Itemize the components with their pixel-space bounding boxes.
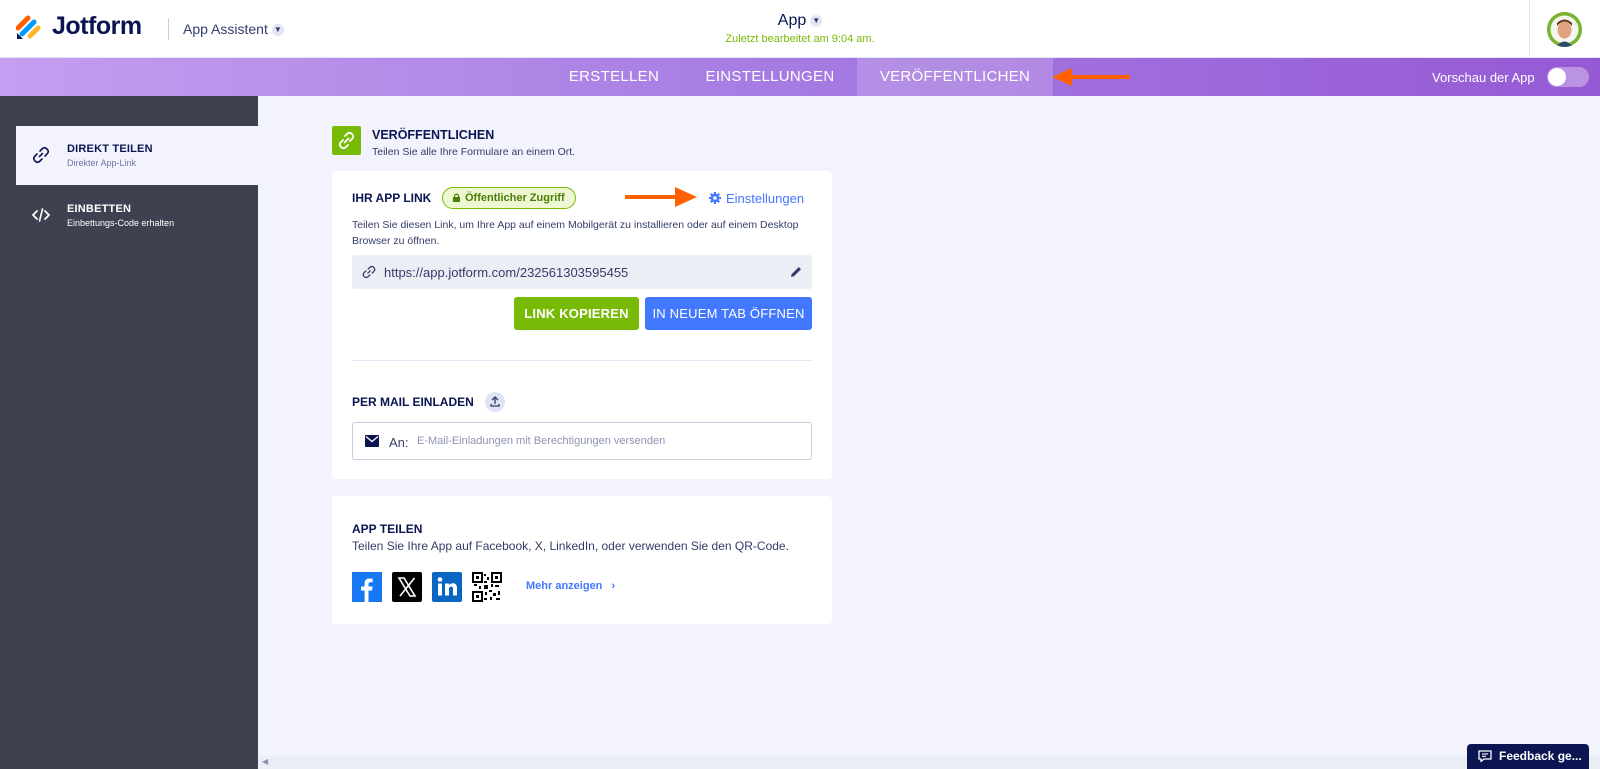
mail-invite-heading: PER MAIL EINLADEN — [352, 395, 474, 409]
upload-icon[interactable] — [485, 392, 505, 412]
chevron-right-icon: › — [611, 580, 616, 592]
gear-icon — [709, 192, 721, 204]
sidebar-item-title: DIREKT TEILEN — [67, 143, 153, 155]
pencil-edit-icon[interactable] — [789, 265, 803, 279]
chevron-down-icon: ▼ — [810, 14, 823, 27]
section-divider — [352, 360, 812, 361]
publish-badge — [332, 126, 361, 155]
upload-arrow-icon — [490, 396, 500, 407]
tab-einstellungen[interactable]: EINSTELLUNGEN — [694, 58, 846, 96]
annotation-arrow-left-icon — [1052, 68, 1130, 86]
main-nav: ERSTELLEN EINSTELLUNGEN VERÖFFENTLICHEN … — [0, 58, 1600, 96]
copy-link-button[interactable]: LINK KOPIEREN — [514, 297, 639, 330]
show-more-link[interactable]: Mehr anzeigen › — [526, 580, 615, 592]
app-link-heading: IHR APP LINK — [352, 191, 432, 205]
envelope-icon — [365, 435, 379, 447]
code-icon — [32, 208, 50, 222]
user-avatar-icon — [1547, 12, 1582, 47]
avatar-container — [1529, 0, 1600, 58]
sidebar-item-subtitle: Einbettungs-Code erhalten — [67, 218, 175, 228]
x-twitter-icon[interactable] — [392, 572, 422, 602]
last-edited-status: Zuletzt bearbeitet am 9:04 am. — [725, 33, 875, 45]
access-badge-label: Öffentlicher Zugriff — [465, 192, 565, 204]
top-bar: Jotform App Assistent ▼ App ▼ Zuletzt bear… — [0, 0, 1600, 58]
access-status-badge[interactable]: Öffentlicher Zugriff — [442, 187, 576, 209]
toggle-knob — [1548, 68, 1566, 86]
scroll-left-icon[interactable]: ◀ — [262, 757, 268, 766]
preview-label: Vorschau der App — [1432, 70, 1535, 85]
mail-invite-input[interactable]: An: E-Mail-Einladungen mit Berechtigunge… — [352, 422, 812, 460]
settings-link-label: Einstellungen — [726, 191, 805, 206]
link-icon — [362, 265, 376, 279]
mail-to-label: An: — [389, 435, 409, 450]
link-icon — [338, 131, 355, 150]
sidebar-item-direkt-teilen[interactable]: DIREKT TEILEN Direkter App-Link — [16, 126, 258, 185]
link-icon — [32, 146, 50, 164]
show-more-label: Mehr anzeigen — [526, 580, 603, 592]
app-url-text: https://app.jotform.com/232561303595455 — [384, 265, 629, 280]
qr-code-icon[interactable] — [472, 572, 502, 602]
app-link-card: IHR APP LINK Öffentlicher Zugriff Einste… — [332, 171, 832, 479]
share-subtitle: Teilen Sie Ihre App auf Facebook, X, Lin… — [352, 539, 789, 553]
preview-toggle[interactable] — [1547, 67, 1589, 87]
app-link-description: Teilen Sie diesen Link, um Ihre App auf … — [352, 219, 799, 247]
linkedin-icon[interactable] — [432, 572, 462, 602]
open-new-tab-button[interactable]: IN NEUEM TAB ÖFFNEN — [645, 297, 812, 330]
settings-link[interactable]: Einstellungen — [709, 191, 804, 206]
app-title-dropdown[interactable]: App ▼ — [0, 12, 1600, 30]
tab-erstellen[interactable]: ERSTELLEN — [554, 58, 674, 96]
publish-subtitle: Teilen Sie alle Ihre Formulare an einem … — [372, 146, 576, 158]
share-app-card: APP TEILEN Teilen Sie Ihre App auf Faceb… — [332, 496, 832, 624]
publish-title: VERÖFFENTLICHEN — [372, 128, 495, 142]
share-heading: APP TEILEN — [352, 522, 423, 536]
app-title: App — [777, 12, 807, 29]
sidebar-item-subtitle: Direkter App-Link — [67, 158, 137, 168]
mail-placeholder: E-Mail-Einladungen mit Berechtigungen ve… — [417, 435, 666, 447]
facebook-icon[interactable] — [352, 572, 382, 602]
app-url-field[interactable]: https://app.jotform.com/232561303595455 — [352, 255, 812, 289]
annotation-arrow-right-icon — [625, 187, 697, 207]
sidebar-item-title: EINBETTEN — [67, 203, 132, 215]
feedback-label: Feedback ge... — [1499, 749, 1582, 763]
sidebar: DIREKT TEILEN Direkter App-Link EINBETTE… — [0, 96, 258, 769]
tab-veroeffentlichen[interactable]: VERÖFFENTLICHEN — [857, 58, 1053, 96]
sidebar-item-einbetten[interactable]: EINBETTEN Einbettungs-Code erhalten — [16, 186, 258, 245]
horizontal-scrollbar[interactable] — [258, 756, 1600, 769]
feedback-chat-icon — [1478, 750, 1492, 762]
feedback-button[interactable]: Feedback ge... — [1467, 744, 1589, 769]
lock-icon — [452, 193, 461, 202]
avatar[interactable] — [1547, 12, 1582, 47]
